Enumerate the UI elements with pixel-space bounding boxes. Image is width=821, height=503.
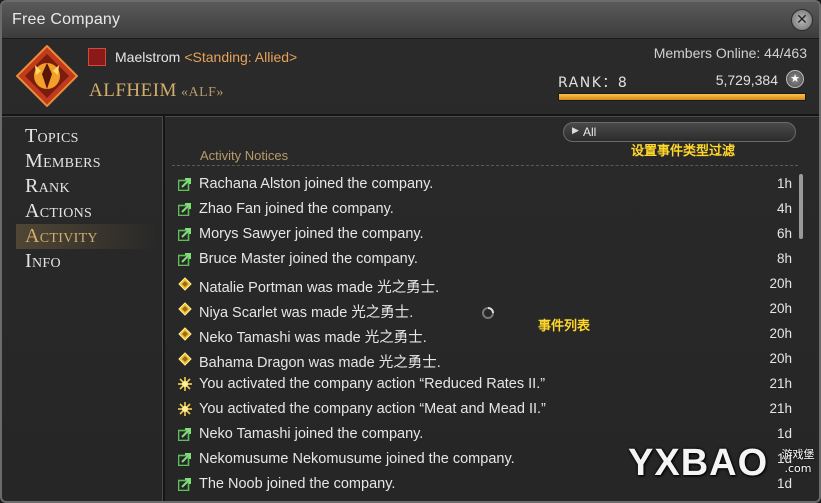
sidebar-item-rank[interactable]: Rank <box>16 174 156 199</box>
list-annotation: 事件列表 <box>538 319 591 334</box>
list-item: Neko Tamashi was made 光之勇士. 20h <box>172 322 792 347</box>
activity-text: You activated the company action “Reduce… <box>199 376 546 392</box>
nav-divider <box>162 116 165 501</box>
activity-text: Nekomusume Nekomusume joined the company… <box>199 451 515 467</box>
activity-filter-dropdown[interactable]: ▶ All <box>563 122 796 142</box>
sidebar-nav: Topics Members Rank Actions Activity Info <box>16 124 156 274</box>
activity-text: You activated the company action “Meat a… <box>199 401 546 417</box>
rank-progress-fill <box>559 94 805 100</box>
join-icon <box>177 176 192 192</box>
list-item: You activated the company action “Meat a… <box>172 397 792 422</box>
promote-icon <box>178 351 192 366</box>
watermark-subtext: 游戏堡 .com <box>781 448 815 475</box>
activity-text: Niya Scarlet was made 光之勇士. <box>199 305 414 321</box>
watermark-logo: YXBAO 游戏堡 .com <box>628 442 819 501</box>
filter-annotation: 设置事件类型过滤 <box>631 144 736 159</box>
grand-company-name: Maelstrom <box>115 49 181 65</box>
fc-crest-icon <box>16 45 78 107</box>
list-item: Morys Sawyer joined the company. 6h <box>172 222 792 247</box>
activity-text: Neko Tamashi joined the company. <box>199 426 424 442</box>
activity-text: Rachana Alston joined the company. <box>199 176 434 192</box>
rank-label: RANK：8 <box>558 75 629 91</box>
list-item: Rachana Alston joined the company. 1h <box>172 172 792 197</box>
activity-time: 8h <box>776 251 792 266</box>
sidebar-item-info[interactable]: Info <box>16 249 156 274</box>
fc-header: Maelstrom <Standing: Allied> ALFHEIM «ALF»… <box>2 39 819 114</box>
list-item: Zhao Fan joined the company. 4h <box>172 197 792 222</box>
title-bar[interactable]: Free Company ✕ <box>2 2 819 39</box>
action-icon <box>178 376 192 391</box>
free-company-window: Free Company ✕ Maelstrom <Standing: Allie… <box>0 0 821 503</box>
list-item: Bahama Dragon was made 光之勇士. 20h <box>172 347 792 372</box>
section-divider <box>172 165 798 167</box>
activity-text: Neko Tamashi was made 光之勇士. <box>199 330 427 346</box>
grand-company-icon <box>88 48 106 66</box>
list-item: Natalie Portman was made 光之勇士. 20h <box>172 272 792 297</box>
activity-time: 6h <box>776 226 792 241</box>
activity-time: 1d <box>776 426 792 441</box>
play-arrow-icon: ▶ <box>572 126 579 136</box>
section-title: Activity Notices <box>200 148 289 163</box>
activity-text: Natalie Portman was made 光之勇士. <box>199 280 440 296</box>
list-item: Bruce Master joined the company. 8h <box>172 247 792 272</box>
activity-time: 21h <box>769 376 792 391</box>
activity-text: Morys Sawyer joined the company. <box>199 226 424 242</box>
join-icon <box>177 226 192 242</box>
rank-points: 5,729,384 <box>715 72 778 88</box>
members-online: Members Online: 44/463 <box>653 45 807 61</box>
action-icon <box>178 401 192 416</box>
sidebar-item-actions[interactable]: Actions <box>16 199 156 224</box>
window-title: Free Company <box>12 11 121 28</box>
activity-text: Bruce Master joined the company. <box>199 251 418 267</box>
activity-time: 20h <box>769 301 792 316</box>
activity-time: 20h <box>769 351 792 366</box>
activity-text: Zhao Fan joined the company. <box>199 201 394 217</box>
fc-credits-icon: ★ <box>786 70 804 88</box>
standing-label: <Standing: Allied> <box>184 49 298 65</box>
fc-name: ALFHEIM <box>89 80 177 101</box>
join-icon <box>177 201 192 217</box>
rank-row: RANK：8 5,729,384 ★ <box>558 69 804 91</box>
activity-time: 4h <box>776 201 792 216</box>
sidebar-item-activity[interactable]: Activity <box>16 224 156 249</box>
activity-text: Bahama Dragon was made 光之勇士. <box>199 355 441 371</box>
rank-progress-bar <box>558 93 806 101</box>
fc-tag: «ALF» <box>180 85 224 100</box>
filter-label: All <box>583 125 597 139</box>
join-icon <box>177 476 192 492</box>
watermark-text: YXBAO <box>628 442 769 484</box>
join-icon <box>177 451 192 467</box>
activity-text: The Noob joined the company. <box>199 476 396 492</box>
activity-time: 20h <box>769 276 792 291</box>
loading-spinner-icon <box>482 307 494 319</box>
promote-icon <box>178 301 192 316</box>
sidebar-item-topics[interactable]: Topics <box>16 124 156 149</box>
scrollbar[interactable] <box>799 174 803 239</box>
activity-time: 21h <box>769 401 792 416</box>
activity-time: 1h <box>776 176 792 191</box>
join-icon <box>177 426 192 442</box>
join-icon <box>177 251 192 267</box>
close-icon[interactable]: ✕ <box>791 9 813 31</box>
promote-icon <box>178 276 192 291</box>
promote-icon <box>178 326 192 341</box>
list-item: You activated the company action “Reduce… <box>172 372 792 397</box>
header-divider <box>2 114 819 117</box>
activity-time: 20h <box>769 326 792 341</box>
sidebar-item-members[interactable]: Members <box>16 149 156 174</box>
